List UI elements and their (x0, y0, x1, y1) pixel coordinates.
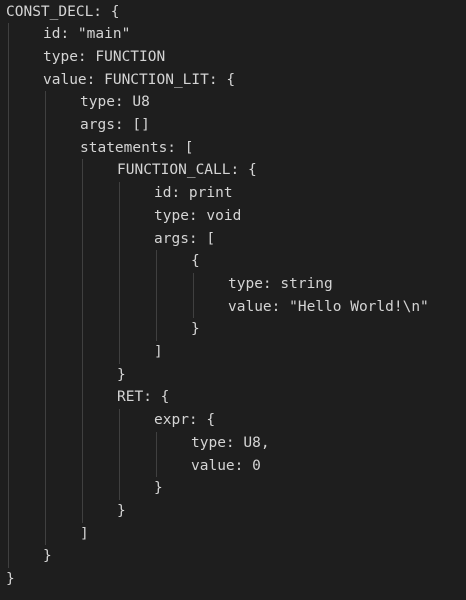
code-line: value: 0 (191, 457, 261, 474)
code-line: expr: { (154, 412, 216, 429)
indent-guide (119, 182, 120, 364)
code-line: statements: [ (80, 139, 194, 156)
code-line: type: U8, (191, 434, 270, 451)
code-line: CONST_DECL: { (6, 3, 120, 20)
code-line: type: void (154, 207, 242, 224)
code-line: RET: { (117, 389, 170, 406)
code-line: } (117, 366, 126, 383)
code-line: id: print (154, 185, 233, 202)
indent-guide (119, 409, 120, 500)
code-line: value: "Hello World!\n" (228, 298, 429, 315)
code-line: } (191, 321, 200, 338)
code-line: } (43, 548, 52, 565)
indent-guide (193, 272, 194, 319)
code-line: type: U8 (80, 94, 150, 111)
indent-guide (82, 159, 83, 523)
code-line: id: "main" (43, 26, 131, 43)
indent-guide (45, 91, 46, 546)
indent-guide (156, 250, 157, 341)
code-line: args: [] (80, 117, 150, 133)
code-line: ] (80, 525, 89, 542)
code-line: } (6, 571, 15, 587)
indent-guide (8, 23, 9, 568)
code-line: ] (154, 344, 163, 360)
code-line: FUNCTION_CALL: { (117, 162, 257, 179)
code-line: type: string (228, 275, 333, 292)
code-editor[interactable]: CONST_DECL: { id: "main" type: FUNCTION val… (0, 0, 466, 600)
indent-guide (156, 431, 157, 478)
code-line: value: FUNCTION_LIT: { (43, 71, 236, 88)
code-line: args: [ (154, 230, 216, 247)
code-line: type: FUNCTION (43, 48, 166, 65)
code-line: { (191, 253, 200, 270)
code-line: } (117, 502, 126, 519)
code-line: } (154, 480, 163, 497)
